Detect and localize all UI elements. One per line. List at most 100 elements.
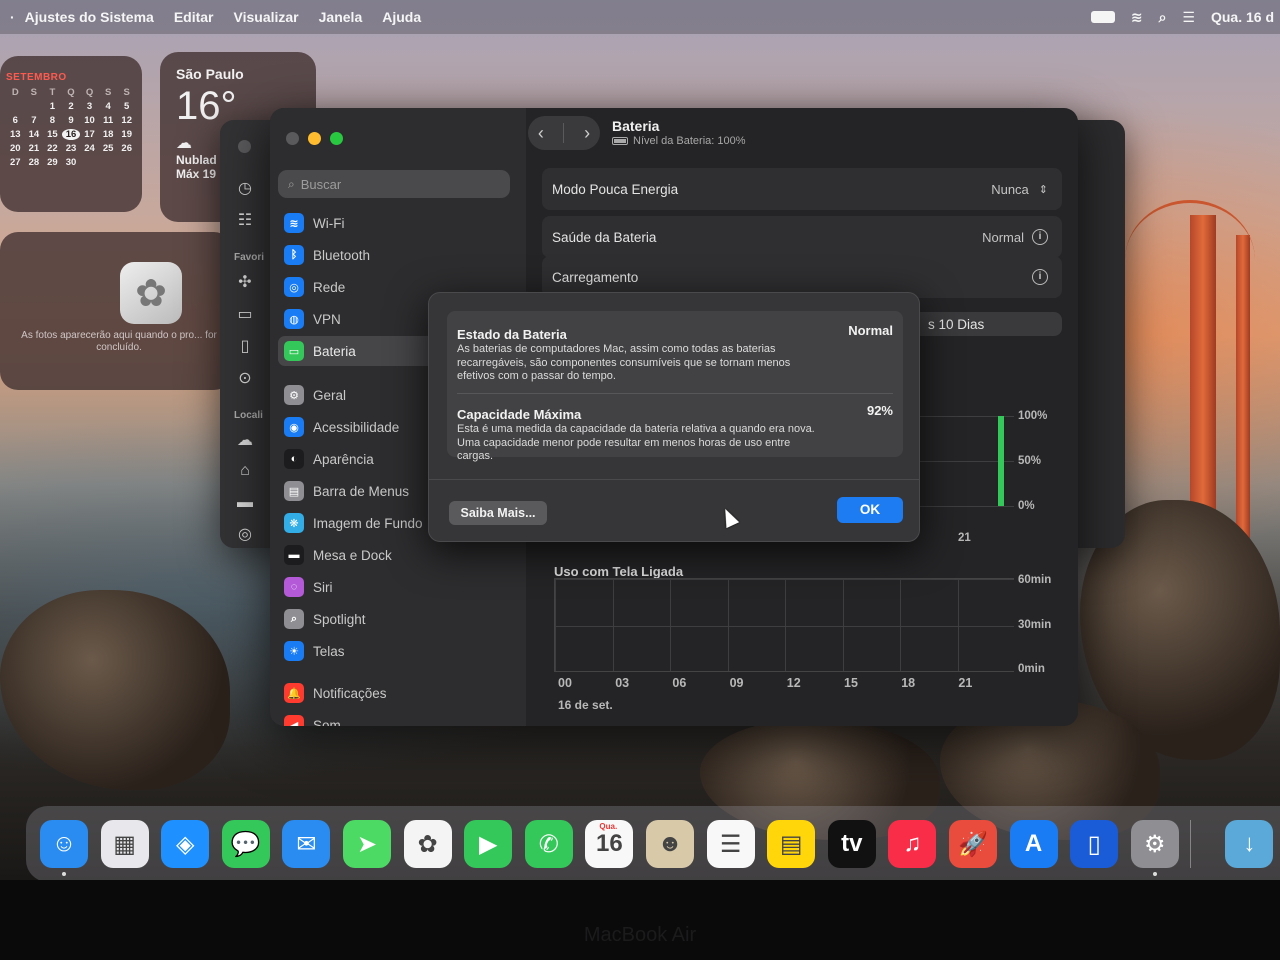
photos-icon[interactable]: ✿ <box>403 820 452 868</box>
calendar-widget[interactable]: SETEMBRO D S T Q Q S S 1 2 3 4 5 6 7 8 9 10 11 12 13 14 15 16 1… <box>0 56 142 212</box>
wifi-icon[interactable]: ≋ <box>1131 9 1143 26</box>
finder-icon[interactable]: ☺ <box>40 820 88 868</box>
charging-info-icon[interactable]: i <box>1032 269 1048 285</box>
calendar-day: 7 <box>31 115 37 126</box>
divider <box>457 393 893 394</box>
calendar-day: 28 <box>28 157 40 168</box>
usage-x-label: 09 <box>729 676 744 690</box>
close-button[interactable] <box>286 132 299 145</box>
calendar-day: 4 <box>105 101 111 112</box>
menu-janela[interactable]: Janela <box>319 9 363 25</box>
photos-widget[interactable]: ✿ As fotos aparecerão aqui quando o pro.… <box>0 232 232 390</box>
downloads-icon[interactable]: ⊙ <box>234 368 256 390</box>
menubar-clock[interactable]: Qua. 16 d <box>1211 9 1274 25</box>
grid-line <box>842 579 844 671</box>
sidebar-item-bluetooth[interactable]: ᛒ Bluetooth <box>278 240 518 270</box>
grid-line <box>612 579 614 671</box>
simulator-icon[interactable]: ▯ <box>1070 820 1119 868</box>
phone-icon[interactable]: ✆ <box>524 820 573 868</box>
music-icon[interactable]: ♫ <box>888 820 937 868</box>
ok-button[interactable]: OK <box>837 497 903 523</box>
weather-city: São Paulo <box>176 66 244 82</box>
calendar-day <box>117 157 136 168</box>
downloads-icon[interactable]: ↓ <box>1225 820 1274 868</box>
menu-ajuda[interactable]: Ajuda <box>382 9 421 25</box>
close-button[interactable] <box>238 140 251 153</box>
zoom-button[interactable] <box>330 132 343 145</box>
calendar-day: 20 <box>9 143 21 154</box>
weekday-header: S <box>30 87 38 98</box>
back-chevron-icon[interactable]: ‹ <box>538 123 544 144</box>
calendar-day: 2 <box>68 101 74 112</box>
nav-divider <box>563 123 565 143</box>
mail-icon[interactable]: ✉ <box>282 820 331 868</box>
menu-app-name[interactable]: Ajustes do Sistema <box>25 9 154 25</box>
sidebar-item-mesa-e-dock[interactable]: ▬ Mesa e Dock <box>278 540 518 570</box>
menu-bar: · Ajustes do Sistema Editar Visualizar J… <box>0 0 1280 34</box>
sidebar-item-label: Imagem de Fundo <box>313 515 423 531</box>
sidebar-item-wi-fi[interactable]: ≋ Wi-Fi <box>278 208 518 238</box>
app-store-icon[interactable]: A <box>1009 820 1058 868</box>
search-placeholder: Buscar <box>300 176 342 192</box>
y-label-100: 100% <box>1018 410 1048 422</box>
calendar-day <box>80 157 99 168</box>
airdrop-icon[interactable]: ◎ <box>234 524 256 546</box>
disk-icon[interactable]: ▬ <box>234 494 256 516</box>
sidebar-icon: ◐ <box>284 449 304 469</box>
calendar-day: 24 <box>84 143 95 154</box>
facetime-icon[interactable]: ▶ <box>464 820 513 868</box>
control-center-icon[interactable]: ☰ <box>1182 9 1195 26</box>
calendar-month: SETEMBRO <box>6 72 67 83</box>
menu-visualizar[interactable]: Visualizar <box>234 9 299 25</box>
menu-editar[interactable]: Editar <box>174 9 214 25</box>
x-label-21: 21 <box>958 532 971 544</box>
forward-chevron-icon[interactable]: › <box>584 123 590 144</box>
low-power-mode-row[interactable]: Modo Pouca Energia Nunca ⇕ <box>542 168 1062 210</box>
launchpad-icon[interactable]: ▦ <box>100 820 149 868</box>
sidebar-item-telas[interactable]: ☀ Telas <box>278 636 518 666</box>
battery-health-row[interactable]: Saúde da Bateria Normal i <box>542 216 1062 258</box>
messages-icon[interactable]: 💬 <box>221 820 270 868</box>
contacts-icon[interactable]: ☻ <box>646 820 694 868</box>
battery-status-icon[interactable] <box>1090 11 1115 23</box>
sidebar-item-label: Geral <box>313 387 347 403</box>
settings-search-input[interactable]: ⌕ Buscar <box>278 170 510 198</box>
sidebar-icon: ▭ <box>284 341 304 361</box>
battery-level-subtitle: Nível da Bateria: 100% <box>612 135 746 147</box>
sidebar-icon: 🔔 <box>284 683 304 703</box>
shared-icon[interactable]: ☷ <box>234 210 256 232</box>
apple-menu-icon[interactable]: · <box>10 9 15 25</box>
sidebar-item-notifica-es[interactable]: 🔔 Notificações <box>278 678 518 708</box>
battery-state-title: Estado da Bateria <box>457 327 567 342</box>
notes-icon[interactable]: ▤ <box>767 820 816 868</box>
icloud-icon[interactable]: ☁ <box>234 430 256 452</box>
reminders-icon[interactable]: ☰ <box>706 820 755 868</box>
range-tab-10-days[interactable]: s 10 Dias <box>928 317 984 332</box>
grid-line <box>670 579 671 671</box>
sidebar-item-siri[interactable]: ◌ Siri <box>278 572 518 602</box>
system-settings-icon[interactable]: ⚙ <box>1130 820 1179 868</box>
sidebar-icon: ❋ <box>284 513 304 533</box>
rocket-icon[interactable]: 🚀 <box>949 820 997 868</box>
grid-line <box>900 579 901 671</box>
sidebar-item-spotlight[interactable]: ⌕ Spotlight <box>278 604 518 634</box>
sidebar-icon: ⌕ <box>284 609 304 629</box>
sidebar-item-label: Barra de Menus <box>313 483 410 499</box>
recents-icon[interactable]: ◷ <box>234 178 256 200</box>
sidebar-item-label: Mesa e Dock <box>313 547 392 563</box>
documents-icon[interactable]: ▯ <box>234 336 256 358</box>
safari-icon[interactable]: ◈ <box>161 820 210 868</box>
minimize-button[interactable] <box>308 132 321 145</box>
spotlight-search-icon[interactable]: ⌕ <box>1159 9 1167 26</box>
maps-icon[interactable]: ➤ <box>343 820 391 868</box>
calendar-today: 16 <box>61 129 81 140</box>
health-info-icon[interactable]: i <box>1032 229 1048 245</box>
sidebar-item-som[interactable]: ◀ Som <box>278 710 518 726</box>
learn-more-button[interactable]: Saiba Mais... <box>449 501 547 525</box>
applications-icon[interactable]: ✣ <box>234 272 256 294</box>
low-power-value[interactable]: Nunca ⇕ <box>991 182 1048 197</box>
home-icon[interactable]: ⌂ <box>234 462 256 484</box>
sidebar-icon: ◌ <box>284 577 304 597</box>
tv-icon[interactable]: tv <box>827 820 876 868</box>
desktop-icon[interactable]: ▭ <box>234 304 256 326</box>
